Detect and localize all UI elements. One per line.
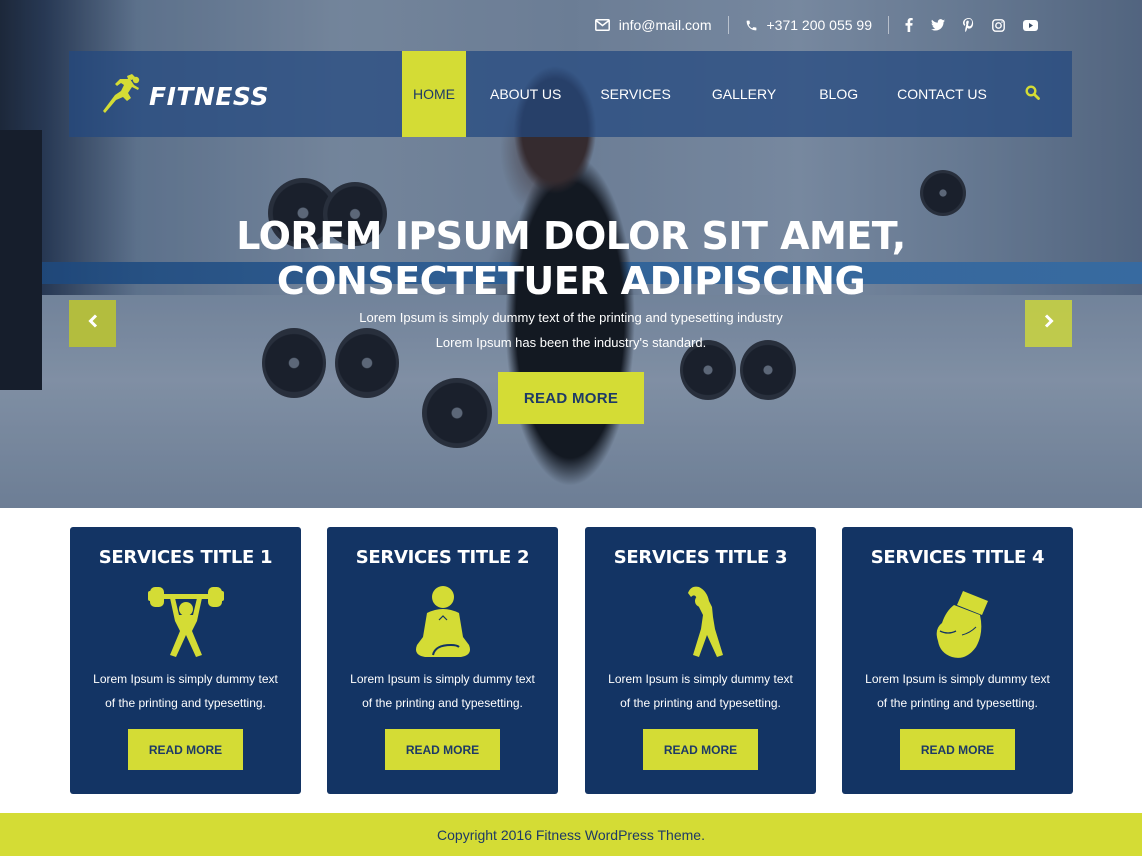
main-navbar: FITNESS HOME ABOUT US SERVICES GALLERY B… xyxy=(69,51,1072,137)
nav-item-gallery[interactable]: GALLERY xyxy=(689,51,794,137)
email-text: info@mail.com xyxy=(618,17,712,33)
slide-subtitle-line-1: Lorem Ipsum is simply dummy text of the … xyxy=(359,310,783,325)
topbar-divider xyxy=(888,16,889,34)
boxing-glove-icon xyxy=(842,583,1073,661)
slide-subtitle: Lorem Ipsum is simply dummy text of the … xyxy=(0,305,1142,355)
weightlifter-icon xyxy=(70,583,301,661)
slide-heading-line-1: LOREM IPSUM DOLOR SIT AMET, xyxy=(236,214,906,258)
service-read-more-button[interactable]: READ MORE xyxy=(643,729,758,770)
main-menu: HOME ABOUT US SERVICES GALLERY BLOG CONT… xyxy=(402,51,1005,137)
service-read-more-button[interactable]: READ MORE xyxy=(900,729,1015,770)
instagram-icon[interactable] xyxy=(992,18,1005,32)
service-description-line: Lorem Ipsum is simply dummy text xyxy=(865,672,1050,686)
envelope-icon xyxy=(594,19,610,31)
site-footer: Copyright 2016 Fitness WordPress Theme. xyxy=(0,813,1142,856)
stretching-icon xyxy=(585,583,816,661)
service-title: SERVICES TITLE 4 xyxy=(870,547,1045,568)
service-description-line: of the printing and typesetting. xyxy=(105,696,266,710)
meditation-icon xyxy=(327,583,558,661)
service-description-line: of the printing and typesetting. xyxy=(362,696,523,710)
social-links xyxy=(905,18,1038,32)
pinterest-icon[interactable] xyxy=(963,18,974,32)
service-description-line: Lorem Ipsum is simply dummy text xyxy=(608,672,793,686)
hero-read-more-button[interactable]: READ MORE xyxy=(498,372,644,424)
chevron-left-icon xyxy=(87,314,98,333)
service-card: SERVICES TITLE 1 Lorem Ipsum is simply d… xyxy=(70,527,301,794)
top-contact-bar: info@mail.com +371 200 055 99 xyxy=(0,0,1142,50)
service-description: Lorem Ipsum is simply dummy text of the … xyxy=(70,667,301,715)
slide-heading-line-2: CONSECTETUER ADIPISCING xyxy=(276,259,866,303)
nav-item-home[interactable]: HOME xyxy=(402,51,466,137)
service-card: SERVICES TITLE 4 Lorem Ipsum is simply d… xyxy=(842,527,1073,794)
nav-item-about-us[interactable]: ABOUT US xyxy=(466,51,579,137)
facebook-icon[interactable] xyxy=(905,18,913,32)
service-read-more-button[interactable]: READ MORE xyxy=(128,729,243,770)
phone-text: +371 200 055 99 xyxy=(766,17,873,33)
twitter-icon[interactable] xyxy=(931,19,945,31)
copyright-text: Copyright 2016 Fitness WordPress Theme. xyxy=(437,826,705,843)
service-title: SERVICES TITLE 1 xyxy=(98,547,273,568)
slider-next-button[interactable] xyxy=(1025,300,1072,347)
service-description-line: of the printing and typesetting. xyxy=(620,696,781,710)
phone-icon xyxy=(745,19,758,32)
slide-subtitle-line-2: Lorem Ipsum has been the industry's stan… xyxy=(435,335,707,350)
nav-item-contact-us[interactable]: CONTACT US xyxy=(876,51,1005,137)
service-card: SERVICES TITLE 3 Lorem Ipsum is simply d… xyxy=(585,527,816,794)
site-logo[interactable]: FITNESS xyxy=(101,73,269,120)
logo-text: FITNESS xyxy=(149,82,270,111)
service-read-more-button[interactable]: READ MORE xyxy=(385,729,500,770)
chevron-right-icon xyxy=(1044,314,1054,333)
services-section: SERVICES TITLE 1 Lorem Ipsum is simply d… xyxy=(70,527,1073,794)
nav-item-blog[interactable]: BLOG xyxy=(794,51,876,137)
service-title: SERVICES TITLE 2 xyxy=(355,547,530,568)
hero-slider: info@mail.com +371 200 055 99 FITNESS HO… xyxy=(0,0,1142,508)
slide-heading: LOREM IPSUM DOLOR SIT AMET, CONSECTETUER… xyxy=(0,214,1142,304)
nav-item-services[interactable]: SERVICES xyxy=(579,51,689,137)
service-description-line: Lorem Ipsum is simply dummy text xyxy=(93,672,278,686)
service-card: SERVICES TITLE 2 Lorem Ipsum is simply d… xyxy=(327,527,558,794)
service-description-line: Lorem Ipsum is simply dummy text xyxy=(350,672,535,686)
slider-prev-button[interactable] xyxy=(69,300,116,347)
topbar-divider xyxy=(727,16,729,34)
phone-contact[interactable]: +371 200 055 99 xyxy=(745,17,873,33)
service-description: Lorem Ipsum is simply dummy text of the … xyxy=(585,667,816,715)
email-contact[interactable]: info@mail.com xyxy=(594,17,712,33)
search-icon[interactable] xyxy=(1025,85,1040,105)
youtube-icon[interactable] xyxy=(1023,19,1038,31)
service-description: Lorem Ipsum is simply dummy text of the … xyxy=(842,667,1073,715)
service-description: Lorem Ipsum is simply dummy text of the … xyxy=(327,667,558,715)
service-description-line: of the printing and typesetting. xyxy=(877,696,1038,710)
service-title: SERVICES TITLE 3 xyxy=(613,547,788,568)
runner-logo-icon xyxy=(101,73,145,120)
